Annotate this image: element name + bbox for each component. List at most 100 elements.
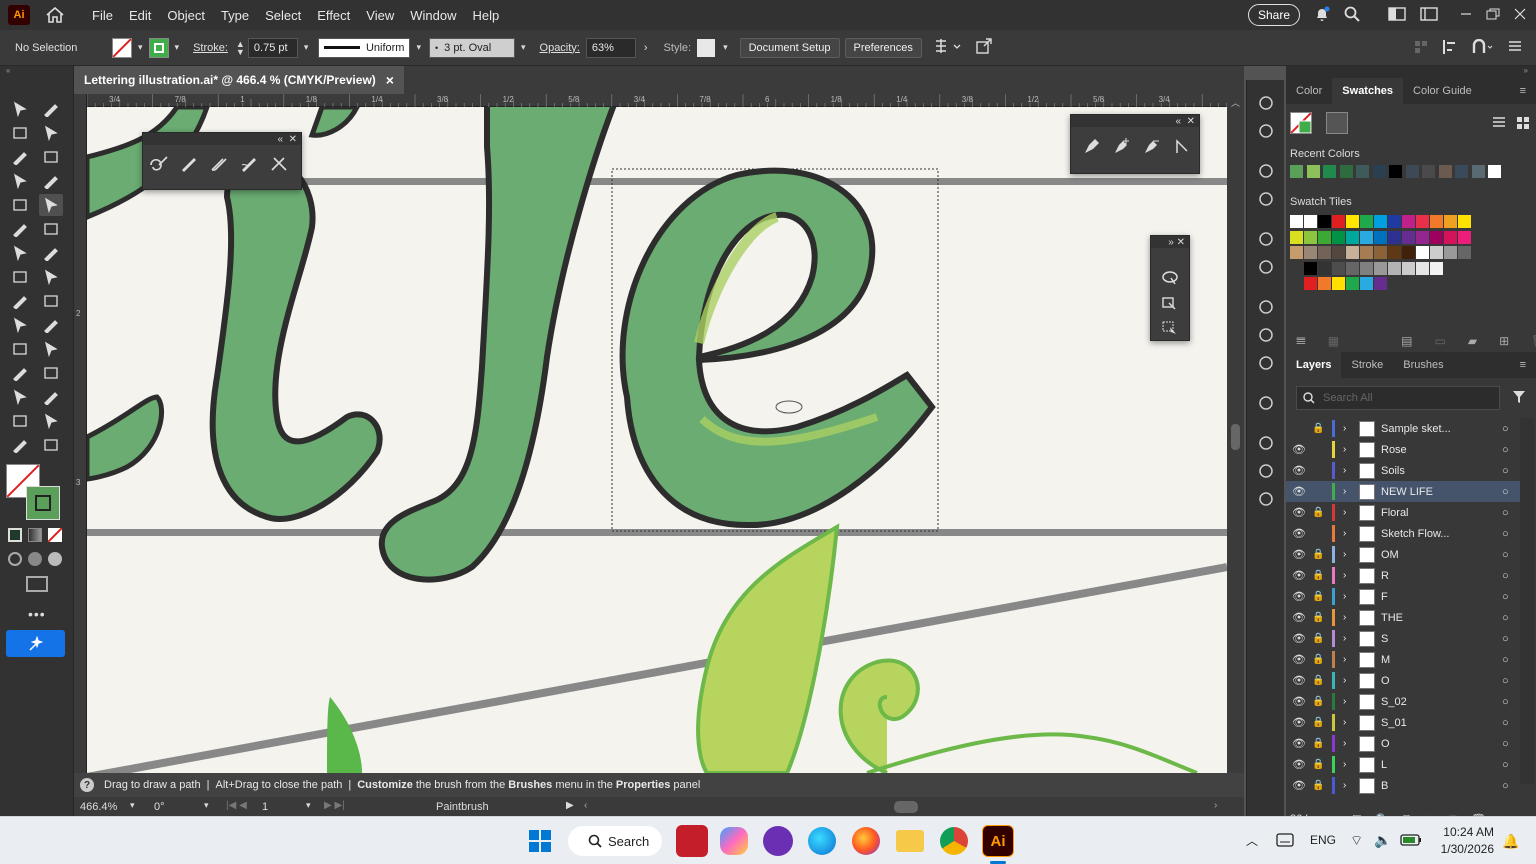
battery-icon[interactable] xyxy=(1400,834,1422,849)
swatch-tile[interactable] xyxy=(1304,261,1317,275)
stroke-weight-input[interactable]: 0.75 pt xyxy=(247,37,298,58)
stroke-profile-select[interactable]: Uniform xyxy=(318,37,411,58)
lock-icon[interactable]: 🔒 xyxy=(1312,507,1332,518)
app-icon[interactable] xyxy=(676,825,708,857)
chevron-down-icon[interactable]: ▾ xyxy=(304,42,309,53)
tab-layers[interactable]: Layers xyxy=(1286,352,1342,378)
column-graph-tool-icon[interactable] xyxy=(8,386,32,408)
recent-color-swatch[interactable] xyxy=(1455,165,1468,178)
swatch-options-icon[interactable] xyxy=(1326,112,1348,134)
eye-icon[interactable]: 👁 xyxy=(1292,695,1312,708)
lock-icon[interactable]: 🔒 xyxy=(1312,696,1332,707)
lock-icon[interactable]: 🔒 xyxy=(1312,423,1332,434)
opacity-label[interactable]: Opacity: xyxy=(540,42,580,54)
smooth-icon[interactable] xyxy=(239,153,259,176)
swatch-tile[interactable] xyxy=(1346,230,1359,244)
opentype-icon[interactable] xyxy=(1254,488,1278,510)
tab-color-guide[interactable]: Color Guide xyxy=(1403,78,1482,104)
eye-icon[interactable]: 👁 xyxy=(1292,716,1312,729)
layer-name[interactable]: Sketch Flow... xyxy=(1381,528,1502,540)
vertical-scrollbar[interactable]: ︿ ﹀ xyxy=(1227,94,1244,790)
screen-mode-icon[interactable] xyxy=(26,576,48,592)
recent-color-swatch[interactable] xyxy=(1372,165,1386,178)
swatch-tile[interactable] xyxy=(1416,261,1429,275)
swatch-tile[interactable] xyxy=(1388,230,1401,244)
chevron-right-icon[interactable]: › xyxy=(1343,759,1355,770)
app-logo[interactable]: Ai xyxy=(8,5,30,25)
clock-date[interactable]: 1/30/2026 xyxy=(1438,842,1494,856)
chevron-right-icon[interactable]: › xyxy=(1343,549,1355,560)
eyedropper-tool-icon[interactable] xyxy=(8,338,32,360)
eye-icon[interactable]: 👁 xyxy=(1292,569,1312,582)
align-icons[interactable] xyxy=(1414,39,1522,55)
chevron-down-icon[interactable]: ▾ xyxy=(130,800,135,811)
swatch-tile[interactable] xyxy=(1430,261,1443,275)
swatch-tile[interactable] xyxy=(1346,246,1359,259)
target-icon[interactable]: ○ xyxy=(1502,528,1520,540)
swatch-tile[interactable] xyxy=(1430,230,1443,244)
keyboard-icon[interactable] xyxy=(1276,833,1294,850)
chevron-down-icon[interactable]: ▾ xyxy=(723,42,728,53)
anchor-point-icon[interactable] xyxy=(1173,137,1191,158)
tab-swatches[interactable]: Swatches xyxy=(1332,78,1404,104)
swatch-tile[interactable] xyxy=(1318,277,1331,290)
share-button[interactable]: Share xyxy=(1247,4,1300,26)
properties-icon[interactable] xyxy=(1254,92,1278,114)
collapse-icon[interactable]: « xyxy=(6,66,68,76)
stroke-label[interactable]: Stroke: xyxy=(193,42,228,54)
character-icon[interactable] xyxy=(1254,432,1278,454)
chevron-right-icon[interactable]: › xyxy=(1343,780,1355,791)
lock-icon[interactable]: 🔒 xyxy=(1312,591,1332,602)
magic-wand-tool-icon[interactable] xyxy=(8,122,32,144)
panel-header[interactable]: « ✕ xyxy=(1071,115,1199,127)
search-input[interactable]: Search All xyxy=(1323,392,1373,404)
eraser-tool-icon[interactable] xyxy=(39,218,63,240)
selection-tool-icon[interactable] xyxy=(8,98,32,120)
hand-tool-icon[interactable] xyxy=(39,410,63,432)
layer-row[interactable]: 👁 🔒 › OM ○ xyxy=(1286,544,1520,565)
bell-icon[interactable] xyxy=(1314,6,1330,25)
target-icon[interactable]: ○ xyxy=(1502,675,1520,687)
swatch-tile[interactable] xyxy=(1444,215,1457,228)
wifi-icon[interactable]: ⌔ xyxy=(1350,832,1363,850)
chevron-down-icon[interactable]: ▾ xyxy=(175,42,180,53)
swatch-tile[interactable] xyxy=(1360,230,1373,244)
chevron-right-icon[interactable]: › xyxy=(1343,738,1355,749)
recent-color-swatch[interactable] xyxy=(1339,165,1353,178)
chevron-left-icon[interactable]: ‹ xyxy=(584,800,587,811)
library-icon[interactable]: 𝍣 xyxy=(1296,331,1306,352)
menu-effect[interactable]: Effect xyxy=(309,8,358,23)
layer-row[interactable]: 👁 🔒 › L ○ xyxy=(1286,754,1520,775)
home-icon[interactable] xyxy=(44,4,66,26)
layer-row[interactable]: 👁 › Soils ○ xyxy=(1286,460,1520,481)
pencil-icon[interactable] xyxy=(209,153,229,176)
eye-icon[interactable]: 👁 xyxy=(1292,506,1312,519)
notification-icon[interactable]: 🔔 xyxy=(1502,833,1519,850)
app-icon[interactable] xyxy=(763,826,793,856)
file-explorer-icon[interactable] xyxy=(896,830,924,852)
last-artboard-icon[interactable]: ▶ ▶| xyxy=(324,800,345,811)
chevron-down-icon[interactable]: ▾ xyxy=(521,42,526,53)
draw-behind-icon[interactable] xyxy=(28,552,42,566)
delete-icon[interactable]: 🗑 xyxy=(1531,334,1536,348)
draw-inside-icon[interactable] xyxy=(48,552,62,566)
eye-icon[interactable]: 👁 xyxy=(1292,527,1312,540)
chevron-right-icon[interactable]: › xyxy=(1343,717,1355,728)
pen-tool-icon[interactable] xyxy=(8,146,32,168)
layer-row[interactable]: 👁 🔒 › S ○ xyxy=(1286,628,1520,649)
fill-stroke-widget[interactable] xyxy=(6,464,62,520)
recent-color-swatch[interactable] xyxy=(1290,165,1303,178)
chevron-right-icon[interactable]: › xyxy=(1343,675,1355,686)
fill-swatch[interactable] xyxy=(112,37,132,58)
swatch-tile[interactable] xyxy=(1444,230,1457,244)
swatch-tile[interactable] xyxy=(1304,277,1317,290)
target-icon[interactable]: ○ xyxy=(1502,507,1520,519)
volume-icon[interactable]: 🔈 xyxy=(1374,832,1391,849)
chevron-up-icon[interactable]: ︿ xyxy=(1231,96,1240,109)
tab-brushes[interactable]: Brushes xyxy=(1393,352,1453,378)
swatch-tile[interactable] xyxy=(1430,246,1443,259)
curvature-tool-icon[interactable] xyxy=(39,146,63,168)
swatch-tile[interactable] xyxy=(1360,246,1373,259)
close-tab-icon[interactable]: × xyxy=(386,72,394,88)
swatch-tile[interactable] xyxy=(1374,261,1387,275)
